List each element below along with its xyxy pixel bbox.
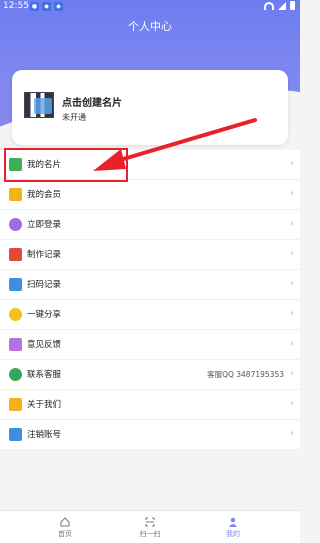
chevron-right-icon: › xyxy=(290,368,294,379)
create-card-panel[interactable]: 点击创建名片 未开通 xyxy=(12,70,288,145)
status-time: 12:55 xyxy=(3,1,29,11)
tab-label: 扫一扫 xyxy=(139,530,161,538)
menu-item-feedback[interactable]: 意见反馈 › xyxy=(0,330,300,360)
menu-item-my-card[interactable]: 我的名片 › xyxy=(0,150,300,180)
menu-item-label: 关于我们 xyxy=(27,400,62,410)
notification-icon: ◆ xyxy=(42,2,51,11)
create-card-title[interactable]: 点击创建名片 xyxy=(62,94,122,109)
wifi-icon xyxy=(264,1,274,10)
tab-label: 我的 xyxy=(226,530,240,538)
notification-icon: ◆ xyxy=(54,2,63,11)
share-icon xyxy=(9,308,22,321)
pencil-icon xyxy=(9,248,22,261)
battery-icon xyxy=(290,1,295,10)
user-icon xyxy=(229,517,237,527)
menu-item-label: 立即登录 xyxy=(27,220,62,230)
crown-icon xyxy=(9,188,22,201)
chevron-right-icon: › xyxy=(290,158,294,169)
menu-item-label: 意见反馈 xyxy=(27,340,62,350)
notification-badges: ● ◆ ◆ xyxy=(30,2,63,11)
menu-item-scan-history[interactable]: 扫码记录 › xyxy=(0,270,300,300)
chevron-right-icon: › xyxy=(290,398,294,409)
tab-mine[interactable]: 我的 xyxy=(213,517,253,539)
chevron-right-icon: › xyxy=(290,218,294,229)
chevron-right-icon: › xyxy=(290,248,294,259)
menu-item-label: 注销账号 xyxy=(27,430,62,440)
page-title: 个人中心 xyxy=(128,20,172,33)
home-icon xyxy=(60,517,70,527)
chevron-right-icon: › xyxy=(290,308,294,319)
user-icon xyxy=(9,218,22,231)
chevron-right-icon: › xyxy=(290,188,294,199)
menu-item-label: 一键分享 xyxy=(27,310,62,320)
menu-item-records[interactable]: 制作记录 › xyxy=(0,240,300,270)
menu-item-label: 我的名片 xyxy=(27,160,62,170)
signal-icon xyxy=(278,1,286,10)
scan-icon xyxy=(145,517,155,527)
menu-item-customer-service[interactable]: 联系客服 客服QQ 3487195353 › xyxy=(0,360,300,390)
logout-icon xyxy=(9,428,22,441)
bottom-navigation: 首页 扫一扫 我的 xyxy=(0,510,300,543)
membership-status: 未开通 xyxy=(62,113,86,122)
menu-item-membership[interactable]: 我的会员 › xyxy=(0,180,300,210)
tab-home[interactable]: 首页 xyxy=(45,517,85,539)
service-qq-number: 客服QQ 3487195353 xyxy=(207,370,284,379)
business-card-icon xyxy=(9,158,22,171)
menu-list: 我的名片 › 我的会员 › 立即登录 › 制作记录 › 扫码记录 › 一键分享 … xyxy=(0,150,300,450)
menu-item-label: 我的会员 xyxy=(27,190,62,200)
chevron-right-icon: › xyxy=(290,278,294,289)
menu-item-label: 扫码记录 xyxy=(27,280,62,290)
tab-scan[interactable]: 扫一扫 xyxy=(130,517,170,539)
menu-item-label: 联系客服 xyxy=(27,370,62,380)
service-icon xyxy=(9,368,22,381)
scan-icon xyxy=(9,278,22,291)
tab-label: 首页 xyxy=(58,530,72,538)
menu-item-label: 制作记录 xyxy=(27,250,62,260)
status-icons xyxy=(264,1,295,10)
chevron-right-icon: › xyxy=(290,338,294,349)
about-icon xyxy=(9,398,22,411)
chevron-right-icon: › xyxy=(290,428,294,439)
menu-item-share[interactable]: 一键分享 › xyxy=(0,300,300,330)
feedback-icon xyxy=(9,338,22,351)
card-image-icon xyxy=(34,98,52,114)
notification-icon: ● xyxy=(30,2,39,11)
menu-item-delete-account[interactable]: 注销账号 › xyxy=(0,420,300,450)
status-bar: 12:55 ● ◆ ◆ xyxy=(0,0,300,14)
menu-item-login[interactable]: 立即登录 › xyxy=(0,210,300,240)
menu-item-about[interactable]: 关于我们 › xyxy=(0,390,300,420)
